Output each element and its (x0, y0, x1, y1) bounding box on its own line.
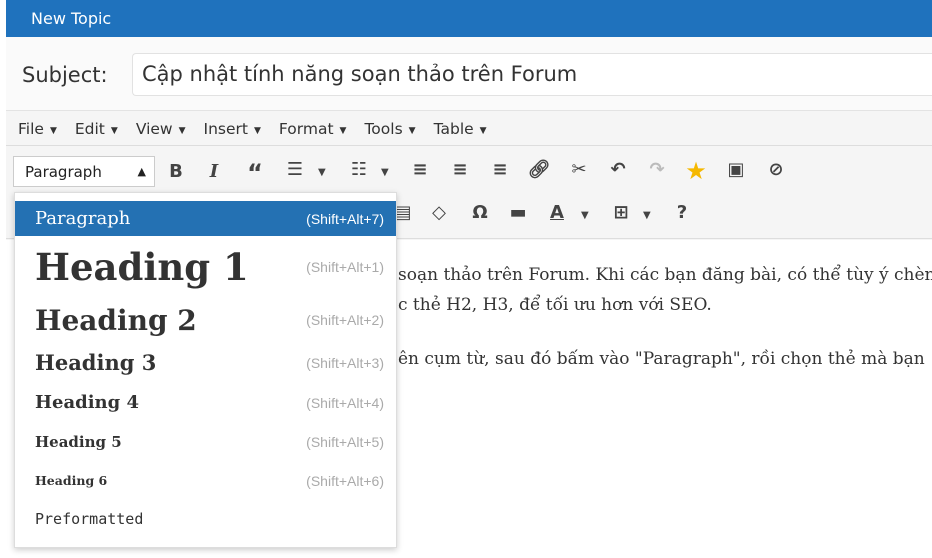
menubar: File ▼ Edit ▼ View ▼ Insert ▼ Format ▼ Tools ▼… (6, 112, 932, 146)
menu-view[interactable]: View ▼ (136, 112, 186, 145)
clear-formatting-icon[interactable]: ◇ (426, 202, 452, 223)
content-line: ên cụm từ, sau đó bấm vào "Paragraph", r… (398, 349, 925, 369)
bullet-list-icon[interactable]: ☰ (282, 159, 308, 180)
star-icon[interactable]: ★ (683, 157, 709, 185)
subject-row: Subject: Cập nhật tính năng soạn thảo tr… (6, 37, 932, 111)
dropdown-item-heading-1[interactable]: Heading 1 (Shift+Alt+1) (15, 236, 396, 298)
dropdown-item-heading-5[interactable]: Heading 5 (Shift+Alt+5) (15, 422, 396, 461)
special-character-icon[interactable]: Ω (467, 202, 493, 223)
subject-input[interactable]: Cập nhật tính năng soạn thảo trên Forum (132, 53, 932, 96)
menu-format[interactable]: Format ▼ (279, 112, 347, 145)
caret-up-icon: ▲ (137, 165, 146, 178)
bold-icon[interactable]: B (163, 161, 189, 182)
item-shortcut: (Shift+Alt+4) (306, 394, 384, 411)
item-label: Heading 4 (35, 392, 140, 413)
dropdown-item-heading-6[interactable]: Heading 6 (Shift+Alt+6) (15, 461, 396, 500)
italic-icon[interactable]: I (201, 161, 227, 182)
dropdown-item-heading-4[interactable]: Heading 4 (Shift+Alt+4) (15, 383, 396, 422)
caret-down-icon[interactable]: ▼ (643, 210, 651, 221)
item-shortcut: (Shift+Alt+5) (306, 433, 384, 450)
dropdown-item-heading-2[interactable]: Heading 2 (Shift+Alt+2) (15, 298, 396, 342)
menu-label: File (18, 120, 44, 138)
item-label: Heading 1 (35, 245, 249, 289)
menu-edit[interactable]: Edit ▼ (75, 112, 118, 145)
caret-down-icon: ▼ (408, 126, 416, 136)
content-line: c thẻ H2, H3, để tối ưu hơn với SEO. (398, 295, 712, 315)
item-label: Paragraph (35, 208, 131, 229)
item-shortcut: (Shift+Alt+7) (306, 210, 384, 227)
menu-label: Tools (364, 120, 403, 138)
caret-down-icon: ▼ (479, 126, 487, 136)
window-title: New Topic (6, 0, 932, 37)
caret-down-icon[interactable]: ▼ (381, 167, 389, 178)
table-icon[interactable]: ⊞ (608, 202, 634, 223)
item-label: Heading 2 (35, 303, 197, 337)
content-line: soạn thảo trên Forum. Khi các bạn đăng b… (398, 265, 932, 285)
item-label: Heading 3 (35, 350, 157, 375)
numbered-list-icon[interactable]: ☷ (346, 159, 372, 180)
caret-down-icon: ▼ (178, 126, 186, 136)
caret-down-icon[interactable]: ▼ (318, 167, 326, 178)
undo-icon[interactable]: ↶ (605, 159, 631, 180)
dropdown-item-preformatted[interactable]: Preformatted (15, 500, 396, 538)
menu-label: Format (278, 120, 334, 138)
menu-label: View (135, 120, 173, 138)
dropdown-item-paragraph[interactable]: Paragraph (Shift+Alt+7) (15, 201, 396, 236)
format-select[interactable]: Paragraph ▲ (13, 156, 155, 187)
blockquote-icon[interactable]: “ (242, 159, 268, 187)
item-label: Heading 6 (35, 473, 108, 488)
help-icon[interactable]: ? (669, 202, 695, 223)
caret-down-icon: ▼ (254, 126, 261, 136)
item-shortcut: (Shift+Alt+1) (306, 259, 384, 275)
item-label: Preformatted (35, 510, 144, 528)
format-dropdown: Paragraph (Shift+Alt+7) Heading 1 (Shift+A… (14, 192, 397, 548)
caret-down-icon: ▼ (339, 126, 347, 136)
image-icon[interactable]: ▣ (723, 159, 749, 180)
menu-insert[interactable]: Insert ▼ (204, 112, 261, 145)
align-right-icon[interactable]: ≡ (487, 159, 513, 180)
item-shortcut: (Shift+Alt+2) (306, 312, 384, 328)
menu-file[interactable]: File ▼ (18, 112, 57, 145)
unlink-icon[interactable]: ✂ (566, 159, 592, 180)
hide-icon[interactable]: ⊘ (763, 159, 789, 180)
dropdown-item-heading-3[interactable]: Heading 3 (Shift+Alt+3) (15, 342, 396, 383)
item-shortcut: (Shift+Alt+6) (306, 472, 384, 489)
subject-label: Subject: (22, 63, 108, 87)
menu-table[interactable]: Table ▼ (434, 112, 487, 145)
menu-label: Insert (203, 120, 248, 138)
format-select-value: Paragraph (25, 163, 102, 181)
menu-label: Edit (74, 120, 105, 138)
align-left-icon[interactable]: ≡ (407, 159, 433, 180)
horizontal-line-icon[interactable]: ▬ (505, 202, 531, 223)
menu-label: Table (433, 120, 474, 138)
caret-down-icon: ▼ (49, 126, 57, 136)
align-center-icon[interactable]: ≡ (447, 159, 473, 180)
text-color-icon[interactable]: A (544, 202, 570, 223)
menu-tools[interactable]: Tools ▼ (364, 112, 415, 145)
link-icon[interactable]: 🔗︎ (526, 159, 552, 180)
caret-down-icon: ▼ (110, 126, 118, 136)
caret-down-icon[interactable]: ▼ (581, 210, 589, 221)
redo-icon[interactable]: ↷ (644, 159, 670, 180)
item-shortcut: (Shift+Alt+3) (306, 354, 384, 371)
item-label: Heading 5 (35, 432, 122, 451)
